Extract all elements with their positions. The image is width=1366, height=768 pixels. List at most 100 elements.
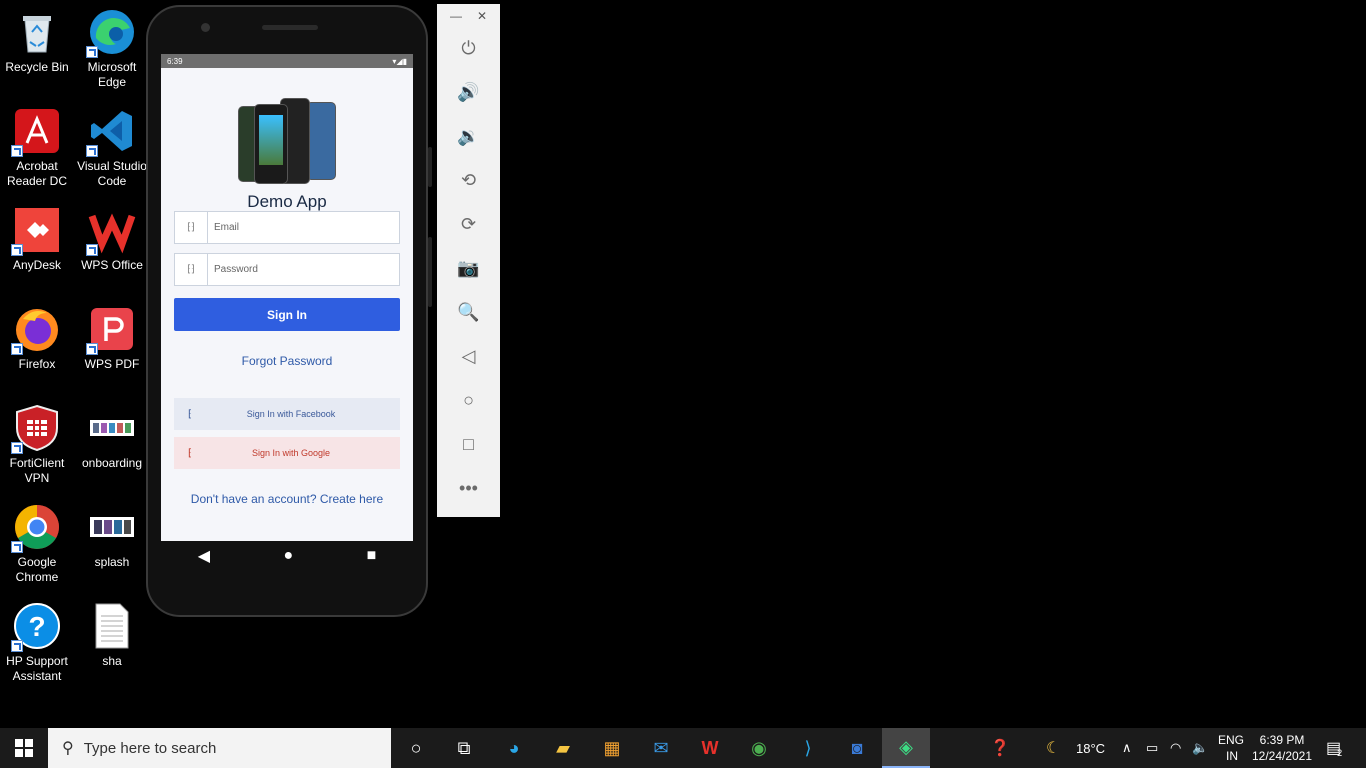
shortcut-arrow-icon [86,343,98,355]
rotate-right-icon[interactable]: ⟳ [437,214,500,235]
desktop-icon-splash[interactable]: splash [75,503,149,570]
zoom-icon[interactable]: 🔍 [437,302,500,323]
vscode-taskbar-icon[interactable]: ⟩ [784,728,832,768]
desktop-icon-label: splash [94,555,130,569]
notification-center-icon[interactable]: ▤ 2 [1326,728,1342,768]
email-input[interactable] [208,212,399,243]
desktop-icon-wps-office[interactable]: WPS Office [75,206,149,273]
password-field[interactable]: ⁅⁆ [174,253,400,286]
desktop-icon-label: FortiClient VPN [9,456,65,485]
chrome-taskbar-icon[interactable]: ◉ [735,728,783,768]
recycle-bin-icon [13,8,61,56]
back-icon[interactable]: ◁ [437,346,500,367]
google-button-label: Sign In with Google [251,448,331,458]
recents-nav-icon[interactable]: ■ [367,547,377,565]
desktop-icon-wps-pdf[interactable]: WPS PDF [75,305,149,372]
forticlient-icon [11,404,61,454]
front-camera [201,23,210,32]
mail-icon[interactable]: ✉ [637,728,685,768]
desktop-icon-anydesk[interactable]: AnyDesk [0,206,74,273]
desktop-icon-label: Acrobat Reader DC [6,159,68,188]
email-icon: ⁅⁆ [175,212,208,243]
cortana-icon[interactable]: ○ [392,728,440,768]
desktop-icon-sha[interactable]: sha [75,602,149,669]
forgot-password-link[interactable]: Forgot Password [161,354,413,368]
weather-temperature[interactable]: 18°C [1076,728,1105,768]
sign-in-button[interactable]: Sign In [174,298,400,331]
home-icon[interactable]: ○ [437,390,500,411]
lock-icon: ⁅⁆ [175,254,208,285]
desktop-icon-edge[interactable]: Microsoft Edge [75,8,149,90]
volume-up-icon[interactable]: 🔊 [437,82,500,103]
desktop-icon-onboarding[interactable]: onboarding [75,404,149,471]
android-nav-bar: ◀ ● ■ [161,541,413,571]
email-field[interactable]: ⁅⁆ [174,211,400,244]
file-explorer-icon[interactable]: ▰ [539,728,587,768]
power-icon[interactable]: ⏻ [437,38,500,59]
battery-icon[interactable]: ▭ [1146,728,1158,768]
phone-screen: 6:39 ▾◢▮ Demo App ⁅⁆ ⁅⁆ Sign In Forgot P… [161,54,413,541]
facebook-sign-in-button[interactable]: ⁅ Sign In with Facebook [174,398,400,430]
svg-text:?: ? [28,611,45,642]
store-icon[interactable]: ▦ [588,728,636,768]
wps-pdf-icon [86,305,136,355]
start-button[interactable] [0,728,48,768]
desktop-icon-vscode[interactable]: Visual Studio Code [75,107,149,189]
shortcut-arrow-icon [86,244,98,256]
camera-icon[interactable]: 📷 [437,258,500,279]
android-status-bar: 6:39 ▾◢▮ [161,54,413,68]
facebook-button-label: Sign In with Facebook [246,409,336,419]
password-input[interactable] [208,254,399,285]
google-icon: ⁅ [188,447,192,459]
volume-side-button [428,237,432,307]
desktop-icon-label: Visual Studio Code [77,159,147,188]
google-sign-in-button[interactable]: ⁅ Sign In with Google [174,437,400,469]
desktop-icon-acrobat[interactable]: Acrobat Reader DC [0,107,74,189]
earpiece-speaker [262,25,318,30]
wps-office-icon [86,206,136,256]
taskbar: ⚲ Type here to search ○ ⧉ ◕ ▰ ▦ ✉ W ◉ ⟩ … [0,728,1366,768]
taskbar-search-box[interactable]: ⚲ Type here to search [48,728,391,768]
desktop-icon-hp-support[interactable]: ? HP Support Assistant [0,602,74,684]
hp-support-tray-icon[interactable]: ❓ [990,728,1010,768]
desktop-icon-label: Recycle Bin [5,60,69,74]
create-account-link[interactable]: Don't have an account? Create here [161,492,413,506]
desktop-icon-forticlient[interactable]: FortiClient VPN [0,404,74,486]
text-file-icon [88,602,136,650]
clock[interactable]: 6:39 PM 12/24/2021 [1250,728,1314,768]
overview-icon[interactable]: □ [437,434,500,455]
volume-down-icon[interactable]: 🔉 [437,126,500,147]
edge-taskbar-icon[interactable]: ◕ [490,728,538,768]
status-icons: ▾◢▮ [392,56,407,66]
facebook-icon: ⁅ [188,408,192,420]
desktop-icon-label: Firefox [18,357,56,371]
chevron-up-icon[interactable]: ∧ [1122,728,1132,768]
volume-icon[interactable]: 🔈 [1192,728,1208,768]
home-nav-icon[interactable]: ● [283,547,293,565]
back-nav-icon[interactable]: ◀ [198,546,210,566]
minimize-icon[interactable]: — [450,9,462,23]
android-studio-taskbar-icon[interactable]: ◈ [882,728,930,768]
weather-icon: ☾ [1046,740,1061,757]
power-side-button [428,147,432,187]
shortcut-arrow-icon [86,145,98,157]
more-icon[interactable]: ••• [437,478,500,499]
notification-count: 2 [1337,748,1343,758]
wifi-icon[interactable]: ◠ [1170,728,1181,768]
task-view-icon[interactable]: ⧉ [440,728,488,768]
desktop-icon-label: Microsoft Edge [87,60,137,89]
desktop-icon-chrome[interactable]: Google Chrome [0,503,74,585]
image-file-icon [88,503,136,551]
desktop-icon-label: WPS PDF [84,357,140,371]
close-icon[interactable]: ✕ [477,9,487,23]
language-indicator[interactable]: ENG IN [1218,728,1244,768]
app-taskbar-icon[interactable]: ◙ [833,728,881,768]
desktop-icon-firefox[interactable]: Firefox [0,305,74,372]
desktop-icon-recycle-bin[interactable]: Recycle Bin [0,8,74,75]
acrobat-icon [11,107,61,157]
app-title: Demo App [247,192,327,211]
wps-taskbar-icon[interactable]: W [686,728,734,768]
shortcut-arrow-icon [11,442,23,454]
desktop-icon-label: HP Support Assistant [6,654,68,683]
rotate-left-icon[interactable]: ⟲ [437,170,500,191]
